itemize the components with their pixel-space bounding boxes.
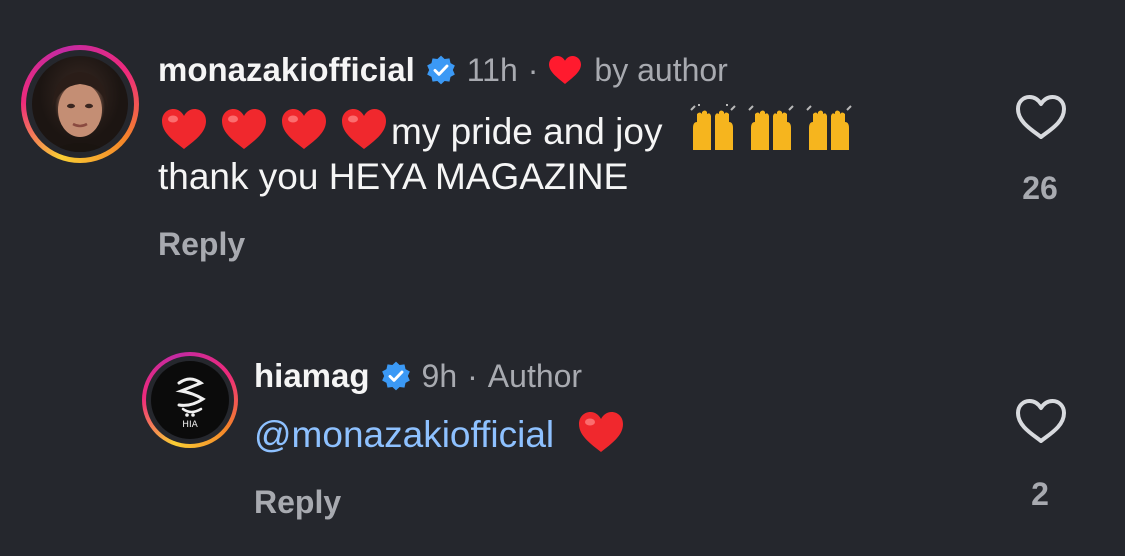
verified-badge-icon bbox=[381, 361, 410, 391]
reply-header: hiamag 9h · Author bbox=[254, 354, 582, 398]
username[interactable]: monazakiofficial bbox=[158, 51, 415, 89]
red-heart-emoji bbox=[222, 109, 266, 149]
like-count: 2 bbox=[1031, 476, 1049, 512]
separator-dot: · bbox=[467, 357, 478, 394]
liked-by-author-label: by author bbox=[594, 51, 728, 88]
author-label: Author bbox=[487, 357, 583, 394]
reply-time: 9h bbox=[421, 357, 458, 394]
comment-text-line2: thank you HEYA MAGAZINE bbox=[158, 156, 629, 197]
reply-text: @monazakiofficial bbox=[254, 410, 638, 460]
separator-dot: · bbox=[527, 51, 539, 88]
reply-button[interactable]: Reply bbox=[254, 484, 341, 521]
verified-badge-icon bbox=[426, 55, 455, 85]
avatar-photo bbox=[32, 56, 128, 152]
comment-text: my pride and joy bbox=[161, 104, 855, 157]
heart-outline-icon[interactable] bbox=[1015, 94, 1067, 140]
red-heart-emoji bbox=[162, 109, 206, 149]
red-heart-emoji bbox=[579, 412, 624, 452]
comments-screen: monazakiofficial 11h · by author my prid… bbox=[0, 0, 1125, 556]
avatar[interactable]: HIA bbox=[142, 352, 238, 448]
like-count: 26 bbox=[1022, 170, 1058, 206]
raising-hands-emoji bbox=[690, 104, 736, 150]
avatar[interactable] bbox=[21, 45, 139, 163]
username[interactable]: hiamag bbox=[254, 357, 370, 395]
red-heart-emoji bbox=[282, 109, 326, 149]
heart-outline-icon[interactable] bbox=[1015, 398, 1067, 444]
reply-button[interactable]: Reply bbox=[158, 226, 245, 263]
raising-hands-emoji bbox=[748, 105, 794, 150]
comment-header: monazakiofficial 11h · by author bbox=[158, 48, 728, 92]
avatar-photo: HIA bbox=[151, 361, 229, 439]
comment-text-line1: my pride and joy bbox=[391, 111, 663, 152]
raising-hands-emoji bbox=[806, 105, 852, 150]
heart-filled-icon bbox=[549, 56, 582, 84]
mention-link[interactable]: @monazakiofficial bbox=[254, 414, 554, 455]
red-heart-emoji bbox=[342, 109, 386, 149]
comment-time: 11h bbox=[466, 51, 518, 88]
hiamag-logo-icon: HIA bbox=[175, 377, 206, 430]
avatar-logo-text: HIA bbox=[182, 420, 198, 430]
